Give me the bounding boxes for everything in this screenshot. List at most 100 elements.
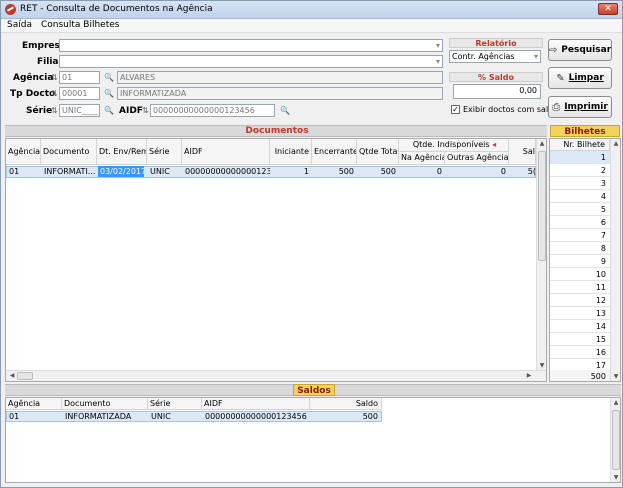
bilhete-row[interactable]: 3 [550,177,610,190]
bilhete-row[interactable]: 11 [550,281,610,294]
empresa-select[interactable] [59,39,443,52]
sort-arrow-icon: ◂ [492,140,497,149]
col-documento[interactable]: Documento [41,139,97,165]
limpar-button[interactable]: ✎ Limpar [548,67,612,89]
scroll-up-icon[interactable]: ▲ [611,140,620,147]
scroll-thumb[interactable] [538,151,546,261]
sort-icon: ⇅ [51,89,58,98]
tpdocto-search-icon[interactable]: 🔍 [102,87,116,100]
bilhete-row[interactable]: 12 [550,294,610,307]
scroll-up-icon[interactable]: ▲ [537,140,546,147]
aidf-input[interactable]: 00000000000000123456 [150,104,275,117]
col-qtde-indisponiveis[interactable]: Qtde. Indisponíveis ◂ [399,139,509,152]
menu-bar: Saída Consulta Bilhetes [1,19,622,33]
cell-agencia: 01 [9,167,20,176]
menu-saida[interactable]: Saída [7,20,32,30]
col-outras-agencias[interactable]: Outras Agências [445,152,509,165]
col-qtde-indisponiveis-label: Qtde. Indisponíveis [412,140,490,149]
bilhete-row[interactable]: 9 [550,255,610,268]
tpdocto-label: Tp Docto [10,89,56,99]
scroll-thumb[interactable] [612,410,620,470]
cell-dt-env-rem[interactable]: 03/02/2017 [98,166,144,177]
cell-encerrante: 500 [338,167,354,176]
exibir-checkbox[interactable]: ✓ [451,105,460,114]
serie-input[interactable]: UNIC____ [59,104,100,117]
aidf-search-icon[interactable]: 🔍 [278,104,292,117]
col-encerrante[interactable]: Encerrante [312,139,357,165]
col-saldo[interactable]: Sal [509,139,536,165]
bilhete-last-row[interactable]: 500 [550,370,610,381]
bilhete-row[interactable]: 2 [550,164,610,177]
sort-icon: ⇅ [142,106,149,115]
cell-iniciante: 1 [303,167,309,176]
saldos-grid[interactable]: Agência Documento Série AIDF Saldo 01 IN… [5,397,621,483]
scroll-down-icon[interactable]: ▼ [537,362,546,369]
col-serie[interactable]: Série [147,139,182,165]
pesquisar-label: Pesquisar [561,45,612,55]
bilhetes-title: Bilhetes [550,125,620,137]
scroll-left-icon[interactable]: ◀ [7,372,17,379]
bilhete-row[interactable]: 5 [550,203,610,216]
cell-saldos-serie: UNIC [151,412,171,421]
agencia-search-icon[interactable]: 🔍 [102,71,116,84]
bilhetes-vscroll[interactable]: ▲ ▼ [610,139,620,381]
bilhete-row[interactable]: 15 [550,333,610,346]
saldo-input[interactable]: 0,00 [453,84,541,99]
scroll-down-icon[interactable]: ▼ [611,373,620,380]
col-saldos-documento[interactable]: Documento [62,398,148,410]
scroll-right-icon[interactable]: ▶ [524,372,534,379]
printer-icon: ⎙ [552,101,561,113]
main-window: RET - Consulta de Documentos na Agência … [0,0,623,488]
scroll-up-icon[interactable]: ▲ [611,399,620,406]
imprimir-button[interactable]: ⎙ Imprimir [548,96,612,118]
menu-consulta-bilhetes[interactable]: Consulta Bilhetes [41,20,119,30]
bilhete-row[interactable]: 14 [550,320,610,333]
bilhete-row[interactable]: 6 [550,216,610,229]
col-agencia[interactable]: Agência [6,139,41,165]
title-bar: RET - Consulta de Documentos na Agência … [1,1,622,19]
scroll-down-icon[interactable]: ▼ [611,474,620,481]
filial-select[interactable] [59,55,443,68]
sort-icon: ⇅ [51,106,58,115]
bilhete-row[interactable]: 10 [550,268,610,281]
col-saldos-serie[interactable]: Série [148,398,202,410]
documentos-grid[interactable]: Agência Documento Dt. Env/Rem Série AIDF… [5,138,547,382]
col-dt-env-rem[interactable]: Dt. Env/Rem [97,139,147,165]
col-qtde-total[interactable]: Qtde Total [357,139,399,165]
cell-serie: UNIC [150,167,170,176]
serie-search-icon[interactable]: 🔍 [102,104,116,117]
bilhete-row[interactable]: 8 [550,242,610,255]
imprimir-label: Imprimir [564,102,608,112]
bilhete-row[interactable]: 16 [550,346,610,359]
cell-saldos-saldo: 500 [362,412,378,421]
agencia-code-input[interactable]: 01 [59,71,100,84]
documentos-hscroll[interactable]: ◀ ▶ [6,370,546,381]
cell-outras-agencias: 0 [500,167,506,176]
pesquisar-button[interactable]: ⇨ Pesquisar [548,39,612,61]
col-na-agencia[interactable]: Na Agência [399,152,445,165]
col-saldos-aidf[interactable]: AIDF [202,398,310,410]
bilhete-row[interactable]: 13 [550,307,610,320]
close-button[interactable]: ✕ [598,3,618,15]
relatorio-title: Relatório [449,38,543,48]
col-nr-bilhete[interactable]: Nr. Bilhete [550,139,610,151]
relatorio-select[interactable]: Contr. Agências [449,50,541,63]
serie-label: Série [26,106,53,116]
broom-icon: ✎ [556,72,565,84]
documentos-vscroll[interactable]: ▲ ▼ [536,139,546,370]
bilhetes-grid[interactable]: Nr. Bilhete 1 2 3 4 5 6 7 8 9 10 11 12 13 14 15 16 17 50… [549,138,621,382]
tpdocto-code-input[interactable]: 00001 [59,87,100,100]
agencia-label: Agência [13,73,54,83]
hscroll-thumb[interactable] [17,372,33,380]
saldos-vscroll[interactable]: ▲ ▼ [610,398,620,482]
cell-na-agencia: 0 [436,167,442,176]
exibir-label: Exibir doctos com saldo [463,105,559,114]
aidf-label: AIDF [119,106,143,116]
bilhete-row[interactable]: 7 [550,229,610,242]
col-saldos-saldo[interactable]: Saldo [310,398,382,410]
col-iniciante[interactable]: Iniciante [270,139,312,165]
col-saldos-agencia[interactable]: Agência [6,398,62,410]
bilhete-row[interactable]: 4 [550,190,610,203]
col-aidf[interactable]: AIDF [182,139,270,165]
bilhete-row[interactable]: 1 [550,151,610,164]
